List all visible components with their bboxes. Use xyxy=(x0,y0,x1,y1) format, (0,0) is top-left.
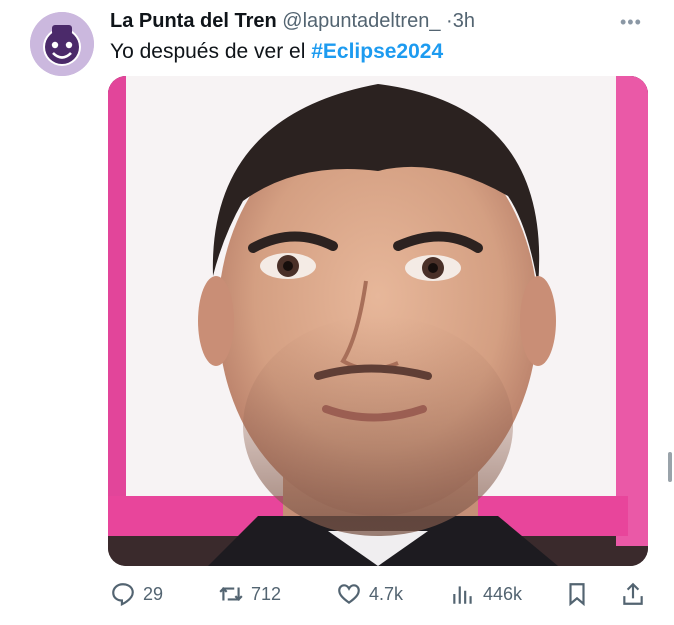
scrollbar-thumb[interactable] xyxy=(668,452,672,482)
more-icon[interactable]: ••• xyxy=(620,12,642,33)
like-button[interactable]: 4.7k xyxy=(336,578,403,610)
reply-icon xyxy=(112,583,134,607)
retweet-button[interactable]: 712 xyxy=(218,578,281,610)
tweet-header: La Punta del Tren @lapuntadeltren_ ·3h xyxy=(110,10,475,33)
author-handle[interactable]: @lapuntadeltren_ xyxy=(282,10,440,32)
hashtag-link[interactable]: #Eclipse2024 xyxy=(311,40,443,63)
avatar[interactable] xyxy=(30,12,94,76)
retweet-icon xyxy=(219,587,243,601)
retweet-count: 712 xyxy=(251,583,282,604)
tweet-text: Yo después de ver el #Eclipse2024 xyxy=(110,40,443,64)
tweet-media-image[interactable] xyxy=(108,76,648,566)
share-icon xyxy=(623,582,643,605)
views-button[interactable]: 446k xyxy=(450,578,522,610)
media-photo xyxy=(108,76,648,566)
bar-chart-icon xyxy=(453,586,472,604)
bookmark-button[interactable] xyxy=(564,578,590,610)
like-count: 4.7k xyxy=(369,583,404,604)
timestamp[interactable]: 3h xyxy=(453,10,475,32)
avatar-logo-icon xyxy=(30,12,94,76)
tweet-actions: 29 712 4.7k 446k xyxy=(108,578,648,610)
author-name[interactable]: La Punta del Tren xyxy=(110,10,277,32)
heart-icon xyxy=(338,584,360,604)
separator-dot: · xyxy=(446,10,453,32)
reply-button[interactable]: 29 xyxy=(110,578,163,610)
tweet-text-body: Yo después de ver el xyxy=(110,40,312,63)
bookmark-icon xyxy=(569,583,585,607)
view-count: 446k xyxy=(483,583,523,604)
share-button[interactable] xyxy=(620,578,646,610)
reply-count: 29 xyxy=(143,583,164,604)
